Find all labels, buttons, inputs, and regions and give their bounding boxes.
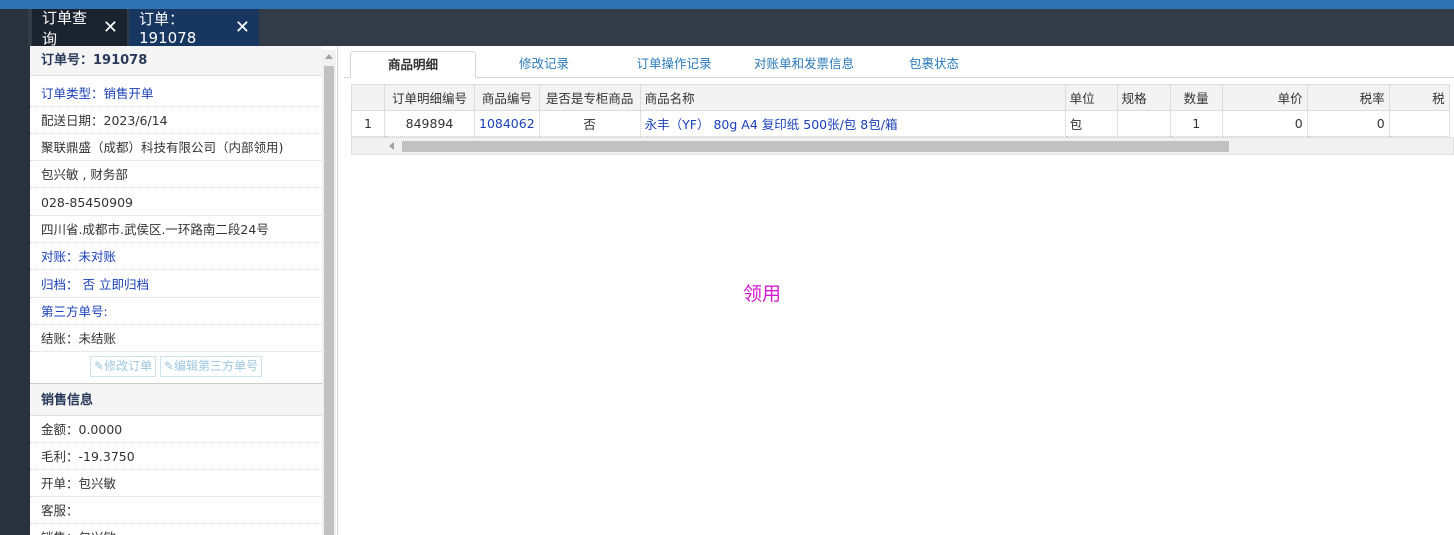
col-rownum [351, 84, 385, 111]
sales-info-title: 销售信息 [30, 383, 322, 416]
salesperson: 销售：包兴敏 [30, 524, 322, 535]
col-tax-rate[interactable]: 税率 [1306, 84, 1390, 111]
order-actions: ✎修改订单 ✎编辑第三方单号 [30, 352, 322, 382]
col-counter-product[interactable]: 是否是专柜商品 [538, 84, 641, 111]
subtab-package-status[interactable]: 包裹状态 [888, 51, 980, 78]
customer-company: 聚联鼎盛（成都）科技有限公司（内部领用) [30, 134, 322, 161]
cell-counter-product: 否 [538, 110, 641, 137]
tab-bar: 订单查询 ✕ 订单：191078 ✕ [0, 8, 1454, 48]
close-icon[interactable]: ✕ [103, 18, 118, 37]
col-unit[interactable]: 单位 [1064, 84, 1118, 111]
tab-bar-left-strip [0, 9, 28, 46]
edit-icon: ✎ [163, 359, 174, 373]
address: 四川省.成都市.武侯区.一环路南二段24号 [30, 216, 322, 243]
tab-order-query-label: 订单查询 [42, 8, 88, 48]
cell-spec [1116, 110, 1171, 137]
cell-unit: 包 [1064, 110, 1118, 137]
settlement-status: 结账：未结账 [30, 325, 322, 352]
table-header-row: 订单明细编号 商品编号 是否是专柜商品 商品名称 单位 规格 数量 单价 税率 … [351, 84, 1450, 111]
col-product-name[interactable]: 商品名称 [639, 84, 1066, 111]
subtab-invoice-info[interactable]: 对账单和发票信息 [746, 51, 862, 78]
tab-order-detail-label: 订单：191078 [139, 10, 197, 47]
scroll-up-arrow-icon[interactable] [325, 54, 333, 59]
edit-third-party-label: 编辑第三方单号 [173, 359, 258, 373]
edit-order-button[interactable]: ✎修改订单 [90, 356, 157, 377]
cell-tax [1388, 110, 1450, 137]
detail-panel: 商品明细 修改记录 订单操作记录 对账单和发票信息 包裹状态 订单明细编号 商品… [344, 46, 1454, 535]
third-party-number: 第三方单号: [30, 298, 322, 325]
tab-order-query[interactable]: 订单查询 ✕ [32, 8, 127, 48]
subtab-change-log[interactable]: 修改记录 [494, 51, 594, 78]
amount: 金额：0.0000 [30, 416, 322, 443]
col-spec[interactable]: 规格 [1116, 84, 1171, 111]
col-quantity[interactable]: 数量 [1169, 84, 1223, 111]
cell-detail-id: 849894 [384, 110, 475, 137]
delivery-date: 配送日期：2023/6/14 [30, 107, 322, 134]
table-row[interactable]: 1 849894 1084062 否 永丰（YF） 80g A4 复印纸 500… [351, 110, 1450, 137]
order-number-title: 订单号：191078 [30, 46, 322, 76]
order-info-panel: 订单号：191078 订单类型：销售开单 配送日期：2023/6/14 聚联鼎盛… [30, 46, 338, 535]
subtab-product-details[interactable]: 商品明细 [350, 51, 476, 78]
left-edge-strip [0, 46, 30, 535]
detail-subtabs: 商品明细 修改记录 订单操作记录 对账单和发票信息 包裹状态 [344, 46, 1454, 78]
left-panel-scrollbar[interactable] [322, 50, 336, 535]
contact-department: 包兴敏 , 财务部 [30, 161, 322, 188]
col-tax[interactable]: 税 [1388, 84, 1450, 111]
product-id-link[interactable]: 1084062 [474, 110, 540, 137]
order-remark: 领用 [743, 283, 782, 305]
order-type: 订单类型：销售开单 [30, 80, 322, 107]
edit-third-party-button[interactable]: ✎编辑第三方单号 [159, 356, 262, 377]
customer-service: 客服： [30, 497, 322, 524]
scrollbar-thumb[interactable] [324, 66, 334, 535]
cell-rownum: 1 [351, 110, 385, 137]
reconcile-status[interactable]: 对账：未对账 [30, 243, 322, 270]
col-unit-price[interactable]: 单价 [1221, 84, 1308, 111]
gross-profit: 毛利：-19.3750 [30, 443, 322, 470]
cell-unit-price: 0 [1221, 110, 1308, 137]
subtab-operation-log[interactable]: 订单操作记录 [622, 51, 726, 78]
col-detail-id[interactable]: 订单明细编号 [384, 84, 475, 111]
issuer: 开单：包兴敏 [30, 470, 322, 497]
scroll-left-arrow-icon[interactable] [389, 142, 394, 150]
edit-order-label: 修改订单 [104, 359, 153, 373]
product-table: 订单明细编号 商品编号 是否是专柜商品 商品名称 单位 规格 数量 单价 税率 … [351, 84, 1450, 137]
horizontal-scrollbar-thumb[interactable] [402, 141, 1229, 152]
table-horizontal-scrollbar[interactable] [351, 137, 1454, 155]
phone-number: 028-85450909 [30, 189, 322, 216]
cell-quantity: 1 [1169, 110, 1223, 137]
close-icon[interactable]: ✕ [235, 18, 250, 37]
tab-order-detail[interactable]: 订单：191078 ✕ [129, 9, 259, 47]
archive-status[interactable]: 归档： 否 立即归档 [30, 271, 322, 298]
col-product-id[interactable]: 商品编号 [474, 84, 540, 111]
cell-tax-rate: 0 [1306, 110, 1390, 137]
product-name-link[interactable]: 永丰（YF） 80g A4 复印纸 500张/包 8包/箱 [639, 110, 1066, 137]
edit-icon: ✎ [94, 359, 105, 373]
